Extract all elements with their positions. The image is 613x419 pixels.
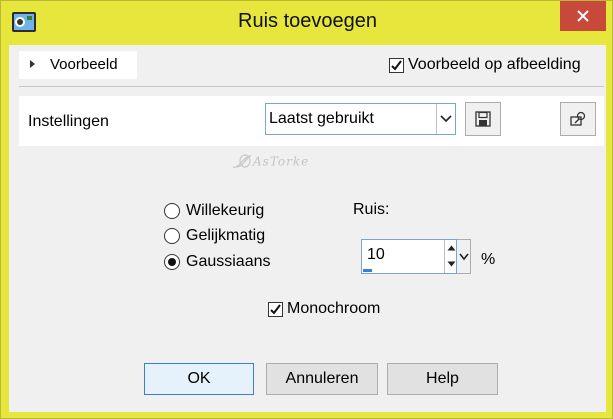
radio-uniform-label: Gelijkmatig (186, 227, 266, 244)
watermark-text: AsTorke (253, 154, 310, 169)
triangle-up-icon (447, 245, 456, 251)
noise-label: Ruis: (353, 201, 390, 218)
preview-toggle[interactable]: Voorbeeld (19, 51, 137, 79)
checkbox-box[interactable] (389, 57, 404, 73)
chevron-down-icon[interactable] (436, 104, 455, 134)
divider (19, 86, 604, 87)
checkmark-icon (391, 59, 402, 71)
noise-unit: % (481, 251, 496, 268)
reset-preset-button[interactable] (560, 102, 596, 136)
settings-label: Instellingen (28, 113, 109, 130)
spinner (444, 240, 458, 273)
preset-value: Laatst gebruikt (269, 110, 374, 127)
dialog-window: Ruis toevoegen Voorbeeld Voorbeeld op af… (0, 0, 613, 419)
noise-slider-dropdown[interactable] (457, 239, 471, 274)
radio-random[interactable]: Willekeurig (164, 202, 264, 220)
checkbox-box[interactable] (268, 301, 283, 317)
preview-on-image-checkbox[interactable]: Voorbeeld op afbeelding (389, 56, 581, 74)
reset-icon (570, 111, 586, 126)
chevron-down-icon (458, 253, 469, 260)
radio-dot (168, 258, 176, 266)
settings-panel: Instellingen Laatst gebruikt (19, 96, 604, 146)
title-bar[interactable]: Ruis toevoegen (1, 1, 613, 45)
window-title: Ruis toevoegen (238, 10, 377, 32)
preview-toggle-label: Voorbeeld (50, 56, 118, 73)
close-button[interactable] (560, 1, 606, 31)
monochrome-checkbox[interactable]: Monochroom (268, 300, 380, 318)
noise-amount-input[interactable]: 10 (361, 239, 457, 274)
preview-on-image-label: Voorbeeld op afbeelding (408, 56, 581, 73)
preset-dropdown[interactable]: Laatst gebruikt (265, 103, 456, 135)
save-icon (475, 111, 491, 127)
radio-button[interactable] (164, 254, 180, 270)
radio-random-label: Willekeurig (186, 202, 265, 219)
noise-amount-bar (363, 269, 372, 272)
triangle-down-icon (447, 261, 456, 267)
expand-triangle-icon (30, 60, 35, 68)
noise-amount-value[interactable]: 10 (367, 246, 385, 264)
monochrome-label: Monochroom (287, 300, 381, 317)
checkmark-icon (270, 303, 281, 315)
radio-uniform[interactable]: Gelijkmatig (164, 227, 265, 245)
watermark-logo: AsTorke (231, 153, 309, 171)
ok-button[interactable]: OK (144, 363, 254, 395)
radio-button[interactable] (164, 203, 180, 219)
save-preset-button[interactable] (465, 102, 501, 136)
close-icon (577, 10, 589, 22)
radio-button[interactable] (164, 228, 180, 244)
radio-gaussian[interactable]: Gaussiaans (164, 253, 271, 271)
cancel-button[interactable]: Annuleren (266, 363, 378, 395)
help-button[interactable]: Help (387, 363, 498, 395)
dialog-body: Voorbeeld Voorbeeld op afbeelding Instel… (9, 45, 606, 412)
radio-gaussian-label: Gaussiaans (186, 253, 271, 270)
